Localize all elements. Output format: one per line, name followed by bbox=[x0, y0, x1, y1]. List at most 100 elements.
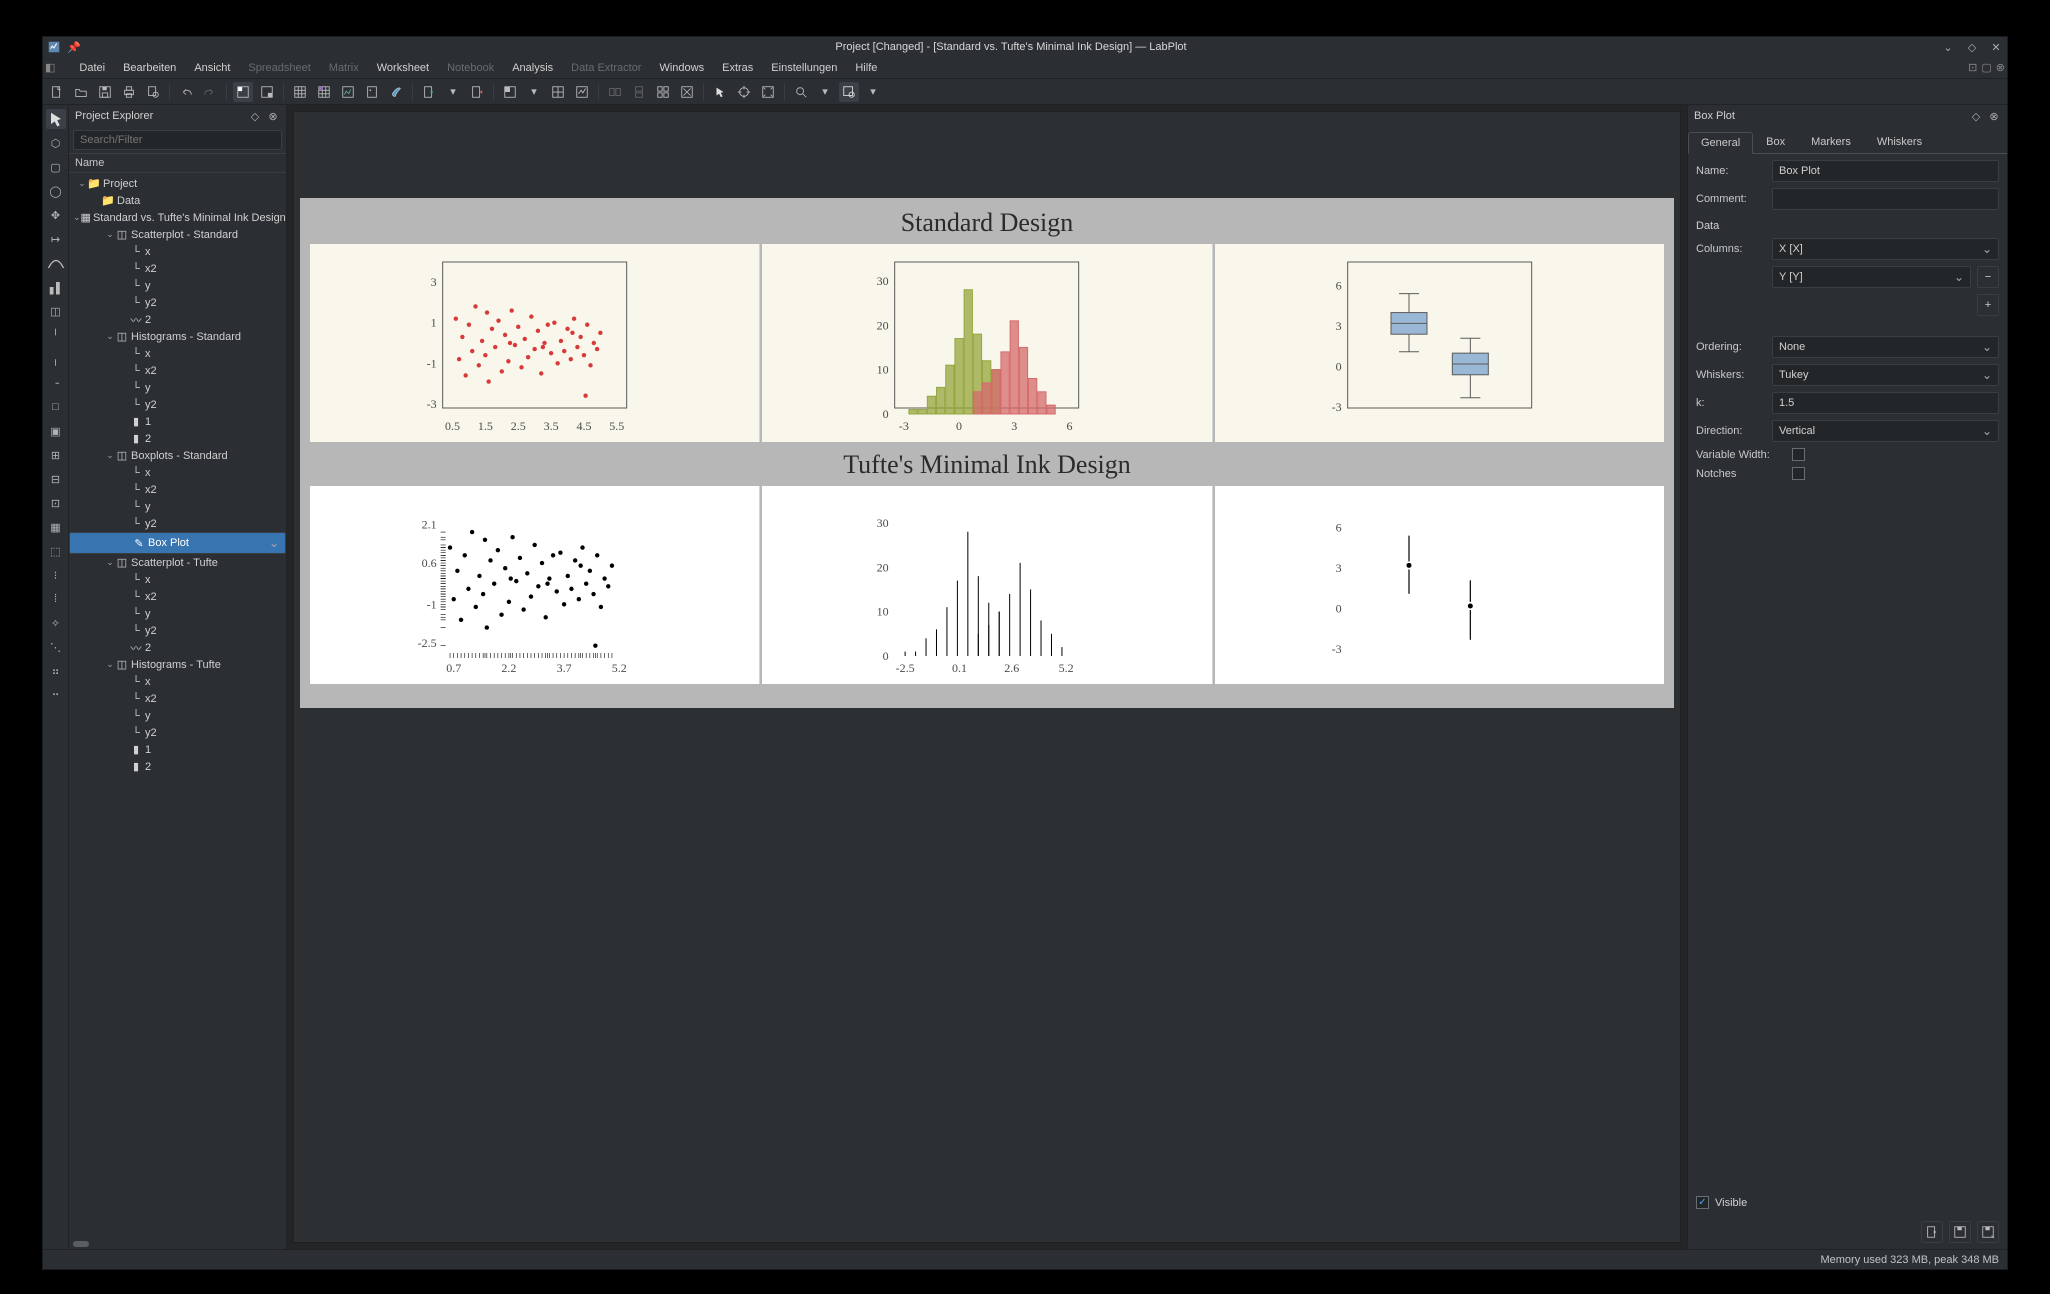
tab-markers[interactable]: Markers bbox=[1798, 131, 1864, 153]
tree-node[interactable]: 〰2 bbox=[69, 639, 286, 656]
plot-scatter-tufte[interactable]: -2.5-10.62.10.72.23.75.2 bbox=[310, 486, 760, 684]
remove-column-button[interactable]: − bbox=[1977, 266, 1999, 288]
panel-close-icon[interactable]: ⊗ bbox=[266, 109, 280, 123]
magnify-icon[interactable] bbox=[791, 82, 811, 102]
tab-whiskers[interactable]: Whiskers bbox=[1864, 131, 1935, 153]
tree-node[interactable]: └x2 bbox=[69, 588, 286, 605]
tree-node[interactable]: ⌄◫Boxplots - Standard bbox=[69, 447, 286, 464]
menu-bearbeiten[interactable]: Bearbeiten bbox=[115, 60, 184, 76]
tree-node[interactable]: └y2 bbox=[69, 724, 286, 741]
tree-hscroll[interactable] bbox=[69, 1239, 286, 1249]
group-icon[interactable]: ▦ bbox=[46, 517, 66, 537]
tree-node[interactable]: ⌄◫Histograms - Tufte bbox=[69, 656, 286, 673]
menu-analysis[interactable]: Analysis bbox=[504, 60, 561, 76]
tree-node[interactable]: 〰2 bbox=[69, 311, 286, 328]
tree-node[interactable]: ⌄◫Scatterplot - Tufte bbox=[69, 554, 286, 571]
print-preview-icon[interactable] bbox=[143, 82, 163, 102]
crosshair-icon[interactable] bbox=[734, 82, 754, 102]
import-file-icon[interactable] bbox=[419, 82, 439, 102]
tree-node[interactable]: ▮1 bbox=[69, 741, 286, 758]
pick1-icon[interactable]: ⁝ bbox=[46, 565, 66, 585]
vlayout-icon[interactable] bbox=[629, 82, 649, 102]
undo-icon[interactable] bbox=[176, 82, 196, 102]
column2-select[interactable]: Y [Y] bbox=[1772, 266, 1971, 288]
scatter-tool-icon[interactable]: ⠶ bbox=[46, 661, 66, 681]
tree-node[interactable]: └x2 bbox=[69, 362, 286, 379]
tree-node[interactable]: └x2 bbox=[69, 260, 286, 277]
fit-screen-icon[interactable] bbox=[758, 82, 778, 102]
tree-node[interactable]: └y bbox=[69, 707, 286, 724]
axis-t-icon[interactable]: ╶ bbox=[46, 373, 66, 393]
tree-node[interactable]: ⌄📁Project bbox=[69, 175, 286, 192]
tree-node[interactable]: ▮2 bbox=[69, 430, 286, 447]
import-arrow-icon[interactable]: ▾ bbox=[443, 82, 463, 102]
gridlayout-icon[interactable] bbox=[653, 82, 673, 102]
template-save1-icon[interactable] bbox=[1949, 1221, 1971, 1243]
mdi-close-icon[interactable]: ⊗ bbox=[1996, 61, 2005, 74]
ordering-select[interactable]: None bbox=[1772, 336, 1999, 358]
tree-node[interactable]: └y2 bbox=[69, 515, 286, 532]
print-icon[interactable] bbox=[119, 82, 139, 102]
box-tool-icon[interactable]: ◫ bbox=[46, 301, 66, 321]
curve-tool-icon[interactable] bbox=[46, 253, 66, 273]
worksheet-icon[interactable] bbox=[338, 82, 358, 102]
line-tool-icon[interactable]: ↦ bbox=[46, 229, 66, 249]
plot-hist-std[interactable]: 0102030-3036 bbox=[762, 244, 1212, 442]
matrix-icon[interactable] bbox=[314, 82, 334, 102]
panel-options-icon[interactable]: ◇ bbox=[248, 109, 262, 123]
varwidth-checkbox[interactable] bbox=[1792, 448, 1805, 461]
tree-node[interactable]: └y bbox=[69, 605, 286, 622]
direction-select[interactable]: Vertical bbox=[1772, 420, 1999, 442]
name-field[interactable] bbox=[1772, 160, 1999, 182]
plot-scatter-std[interactable]: -3-1130.51.52.53.54.55.5 bbox=[310, 244, 760, 442]
open-icon[interactable] bbox=[71, 82, 91, 102]
export-file-icon[interactable] bbox=[467, 82, 487, 102]
props-close-icon[interactable]: ⊗ bbox=[1987, 109, 2001, 123]
plot-hist-tufte[interactable]: 0102030-2.50.12.65.2 bbox=[762, 486, 1212, 684]
minimize-icon[interactable]: ⌄ bbox=[1941, 40, 1955, 54]
frame-1-icon[interactable]: □ bbox=[46, 397, 66, 417]
tree-node[interactable]: └x bbox=[69, 673, 286, 690]
tree-node[interactable]: └y2 bbox=[69, 622, 286, 639]
tree-node[interactable]: └x bbox=[69, 243, 286, 260]
frame-2-icon[interactable]: ▣ bbox=[46, 421, 66, 441]
panel-br-icon[interactable] bbox=[257, 82, 277, 102]
maximize-icon[interactable]: ◇ bbox=[1965, 40, 1979, 54]
worksheet[interactable]: Standard Design -3-1130.51.52.53.54.55.5… bbox=[293, 111, 1681, 1243]
cursor-icon[interactable] bbox=[710, 82, 730, 102]
visible-checkbox[interactable] bbox=[1696, 1196, 1709, 1209]
theme1-arrow[interactable]: ▾ bbox=[524, 82, 544, 102]
theme1-icon[interactable] bbox=[500, 82, 520, 102]
tree-node[interactable]: └y bbox=[69, 379, 286, 396]
tree-node[interactable]: └y2 bbox=[69, 294, 286, 311]
menu-hilfe[interactable]: Hilfe bbox=[847, 60, 885, 76]
k-field[interactable] bbox=[1772, 392, 1999, 414]
tree-node[interactable]: └y bbox=[69, 277, 286, 294]
pick2-icon[interactable]: ⁞ bbox=[46, 589, 66, 609]
layer-1-icon[interactable]: ⊞ bbox=[46, 445, 66, 465]
mdi-max-icon[interactable]: ▢ bbox=[1981, 61, 1991, 74]
notches-checkbox[interactable] bbox=[1792, 467, 1805, 480]
tree-node[interactable]: ⌄◫Scatterplot - Standard bbox=[69, 226, 286, 243]
save-icon[interactable] bbox=[95, 82, 115, 102]
new-icon[interactable] bbox=[47, 82, 67, 102]
theme2-icon[interactable] bbox=[548, 82, 568, 102]
template-export-icon[interactable] bbox=[1921, 1221, 1943, 1243]
tree-node[interactable]: └x bbox=[69, 571, 286, 588]
tree-node[interactable]: ▮1 bbox=[69, 413, 286, 430]
mdi-min-icon[interactable]: ⊡ bbox=[1968, 61, 1977, 74]
theme3-icon[interactable] bbox=[572, 82, 592, 102]
redo-icon[interactable] bbox=[200, 82, 220, 102]
misc-tool-icon[interactable]: ⠒ bbox=[46, 685, 66, 705]
layer-3-icon[interactable]: ⊡ bbox=[46, 493, 66, 513]
move-tool-icon[interactable]: ✥ bbox=[46, 205, 66, 225]
axis-l-icon[interactable]: ╵ bbox=[46, 325, 66, 345]
arrow-tool-icon[interactable] bbox=[46, 109, 66, 129]
app-menu-icon[interactable]: ◧ bbox=[45, 61, 55, 74]
tree-node[interactable]: ⌄◫Histograms - Standard bbox=[69, 328, 286, 345]
tree-node[interactable]: └y bbox=[69, 498, 286, 515]
panel-tl-icon[interactable] bbox=[233, 82, 253, 102]
tree-node[interactable]: └y2 bbox=[69, 396, 286, 413]
lasso-tool-icon[interactable]: ◯ bbox=[46, 181, 66, 201]
color-fill-icon[interactable] bbox=[386, 82, 406, 102]
